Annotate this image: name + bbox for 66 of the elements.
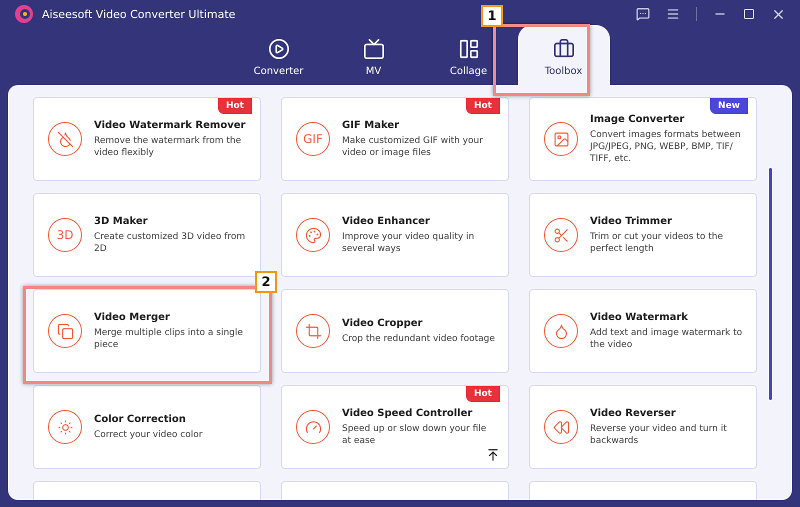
tool-card[interactable]: Video Merger Merge multiple clips into a single piece — [33, 289, 261, 373]
tool-description: Trim or cut your videos to the perfect length — [590, 230, 724, 254]
step-number: 1 — [481, 5, 503, 27]
sun-icon — [48, 410, 82, 444]
tool-card[interactable]: Video Watermark Remover Remove the watermark from the video flexibly Hot — [33, 97, 261, 181]
back-to-top-icon[interactable] — [486, 448, 500, 462]
tool-card[interactable]: Color Correction Correct your video color — [33, 385, 261, 469]
scissors-icon — [544, 218, 578, 252]
tool-description: Make customized GIF with your video or image files — [342, 134, 484, 158]
gauge-icon — [296, 410, 330, 444]
nav-tab[interactable]: Converter — [232, 25, 324, 85]
crop-icon — [296, 314, 330, 348]
tool-title: Video Enhancer — [342, 216, 431, 226]
image-icon — [544, 122, 578, 156]
tool-badge: Hot — [466, 98, 500, 114]
nav-tab[interactable]: MV — [328, 25, 420, 85]
tool-description: Speed up or slow down your file at ease — [342, 422, 488, 446]
layout-icon — [458, 38, 480, 60]
tool-badge: Hot — [218, 98, 252, 114]
tool-title: Image Converter — [590, 114, 686, 124]
tv-icon — [362, 38, 384, 60]
tool-card[interactable]: Video Speed Controller Speed up or slow down your file at ease Hot — [281, 385, 509, 469]
window-title: Aiseesoft Video Converter Ultimate — [42, 8, 236, 20]
overlap-squares-icon — [48, 314, 82, 348]
scrollbar[interactable] — [769, 168, 772, 400]
tool-card[interactable]: Video Trimmer Trim or cut your videos to the perfect length — [529, 193, 757, 277]
step-number: 2 — [255, 271, 277, 293]
tool-title: Video Merger — [94, 312, 171, 322]
tool-title: 3D Maker — [94, 216, 149, 226]
tool-title: Video Trimmer — [590, 216, 673, 226]
tool-card[interactable]: Video Reverser Reverse your video and turn it backwards — [529, 385, 757, 469]
droplet-slash-icon — [48, 122, 82, 156]
nav-tab[interactable]: Toolbox — [518, 25, 610, 85]
tool-icon: GIF — [296, 122, 330, 156]
tool-description: Crop the redundant video footage — [342, 332, 495, 344]
play-circle-icon — [268, 38, 290, 60]
tool-description: Create customized 3D video from 2D — [94, 230, 246, 254]
tool-description: Convert images formats between JPG/JPEG, PNG, WEBP, BMP, TIF/ TIFF, etc. — [590, 128, 742, 164]
tool-card[interactable]: Video Watermark Add text and image watermark to the video — [529, 289, 757, 373]
tool-title: Video Watermark — [590, 312, 689, 322]
tool-card[interactable]: GIF GIF Maker Make customized GIF with your video or image files Hot — [281, 97, 509, 181]
tool-description: Improve your video quality in several ways — [342, 230, 476, 254]
app-logo-icon — [14, 4, 34, 24]
tool-badge: Hot — [466, 386, 500, 402]
tool-description: Correct your video color — [94, 428, 202, 440]
tool-card[interactable]: 3D 3D Maker Create customized 3D video from 2D — [33, 193, 261, 277]
tool-card[interactable]: Image Converter Convert images formats between JPG/JPEG, PNG, WEBP, BMP, TIF/ TIFF, etc. New — [529, 97, 757, 181]
tool-title: Video Cropper — [342, 318, 424, 328]
tool-card[interactable]: Video Cropper Crop the redundant video footage — [281, 289, 509, 373]
tool-description: Add text and image watermark to the video — [590, 326, 744, 350]
tool-title: Video Watermark Remover — [94, 120, 246, 130]
tool-description: Remove the watermark from the video flexibly — [94, 134, 242, 158]
tool-badge: New — [710, 98, 748, 114]
droplet-icon — [544, 314, 578, 348]
tool-card[interactable]: Video Enhancer Improve your video quality in several ways — [281, 193, 509, 277]
palette-icon — [296, 218, 330, 252]
rewind-icon — [544, 410, 578, 444]
tool-icon: 3D — [48, 218, 82, 252]
nav-tab[interactable]: Collage — [422, 25, 514, 85]
tool-title: Color Correction — [94, 414, 187, 424]
tool-description: Reverse your video and turn it backwards — [590, 422, 728, 446]
briefcase-icon — [552, 38, 574, 60]
tool-title: GIF Maker — [342, 120, 400, 130]
tool-title: Video Speed Controller — [342, 408, 474, 418]
tool-description: Merge multiple clips into a single piece — [94, 326, 244, 350]
tool-title: Video Reverser — [590, 408, 677, 418]
